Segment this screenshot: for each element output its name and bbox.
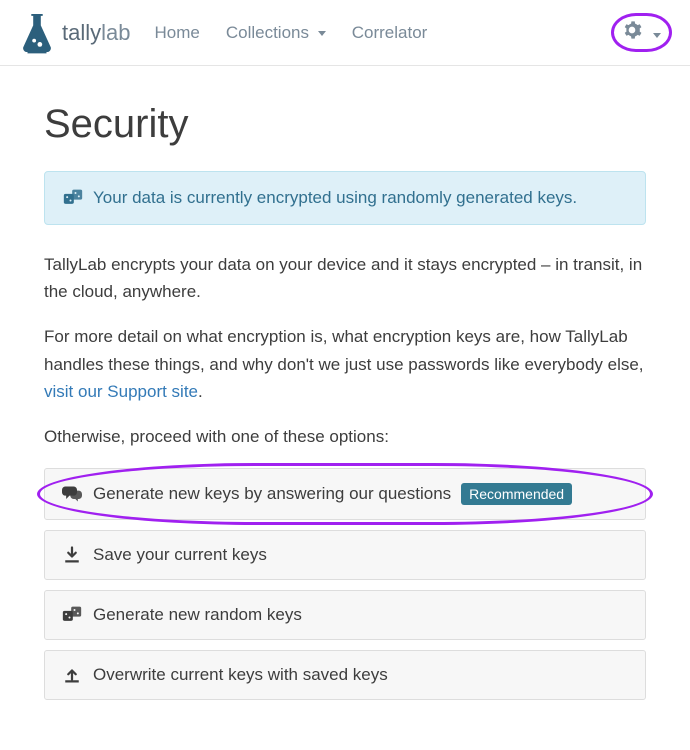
option-save-keys[interactable]: Save your current keys [44,530,646,580]
dice-icon [61,605,83,625]
nav-home[interactable]: Home [154,23,199,43]
page-title: Security [44,102,646,147]
dice-icon [63,188,83,208]
option-generate-random[interactable]: Generate new random keys [44,590,646,640]
option-label: Overwrite current keys with saved keys [93,665,388,685]
intro-paragraph-3: Otherwise, proceed with one of these opt… [44,423,646,450]
nav-collections[interactable]: Collections [226,23,326,43]
brand-logo[interactable]: tallylab [18,12,130,54]
upload-icon [61,666,83,684]
support-site-link[interactable]: visit our Support site [44,382,198,401]
intro-paragraph-2: For more detail on what encryption is, w… [44,323,646,405]
option-overwrite-keys[interactable]: Overwrite current keys with saved keys [44,650,646,700]
nav-links: Home Collections Correlator [154,23,611,43]
brand-text: tallylab [62,20,130,46]
caret-down-icon [318,31,326,36]
nav-correlator[interactable]: Correlator [352,23,428,43]
option-label: Generate new random keys [93,605,302,625]
download-icon [61,546,83,564]
para2-text-a: For more detail on what encryption is, w… [44,327,644,373]
settings-menu[interactable] [611,13,672,52]
encryption-status-alert: Your data is currently encrypted using r… [44,171,646,225]
alert-text: Your data is currently encrypted using r… [93,188,577,208]
option-generate-questions[interactable]: Generate new keys by answering our quest… [44,468,646,520]
main-content: Security Your data is currently encrypte… [0,66,690,750]
para2-text-b: . [198,382,203,401]
recommended-badge: Recommended [461,483,572,505]
navbar: tallylab Home Collections Correlator [0,0,690,66]
caret-down-icon [653,33,661,38]
intro-paragraph-1: TallyLab encrypts your data on your devi… [44,251,646,305]
option-label: Save your current keys [93,545,267,565]
nav-collections-label: Collections [226,23,309,42]
flask-icon [18,12,56,54]
gear-icon [622,20,642,40]
option-label: Generate new keys by answering our quest… [93,484,451,504]
options-panel-group: Generate new keys by answering our quest… [44,468,646,700]
speech-bubble-icon [61,485,83,503]
